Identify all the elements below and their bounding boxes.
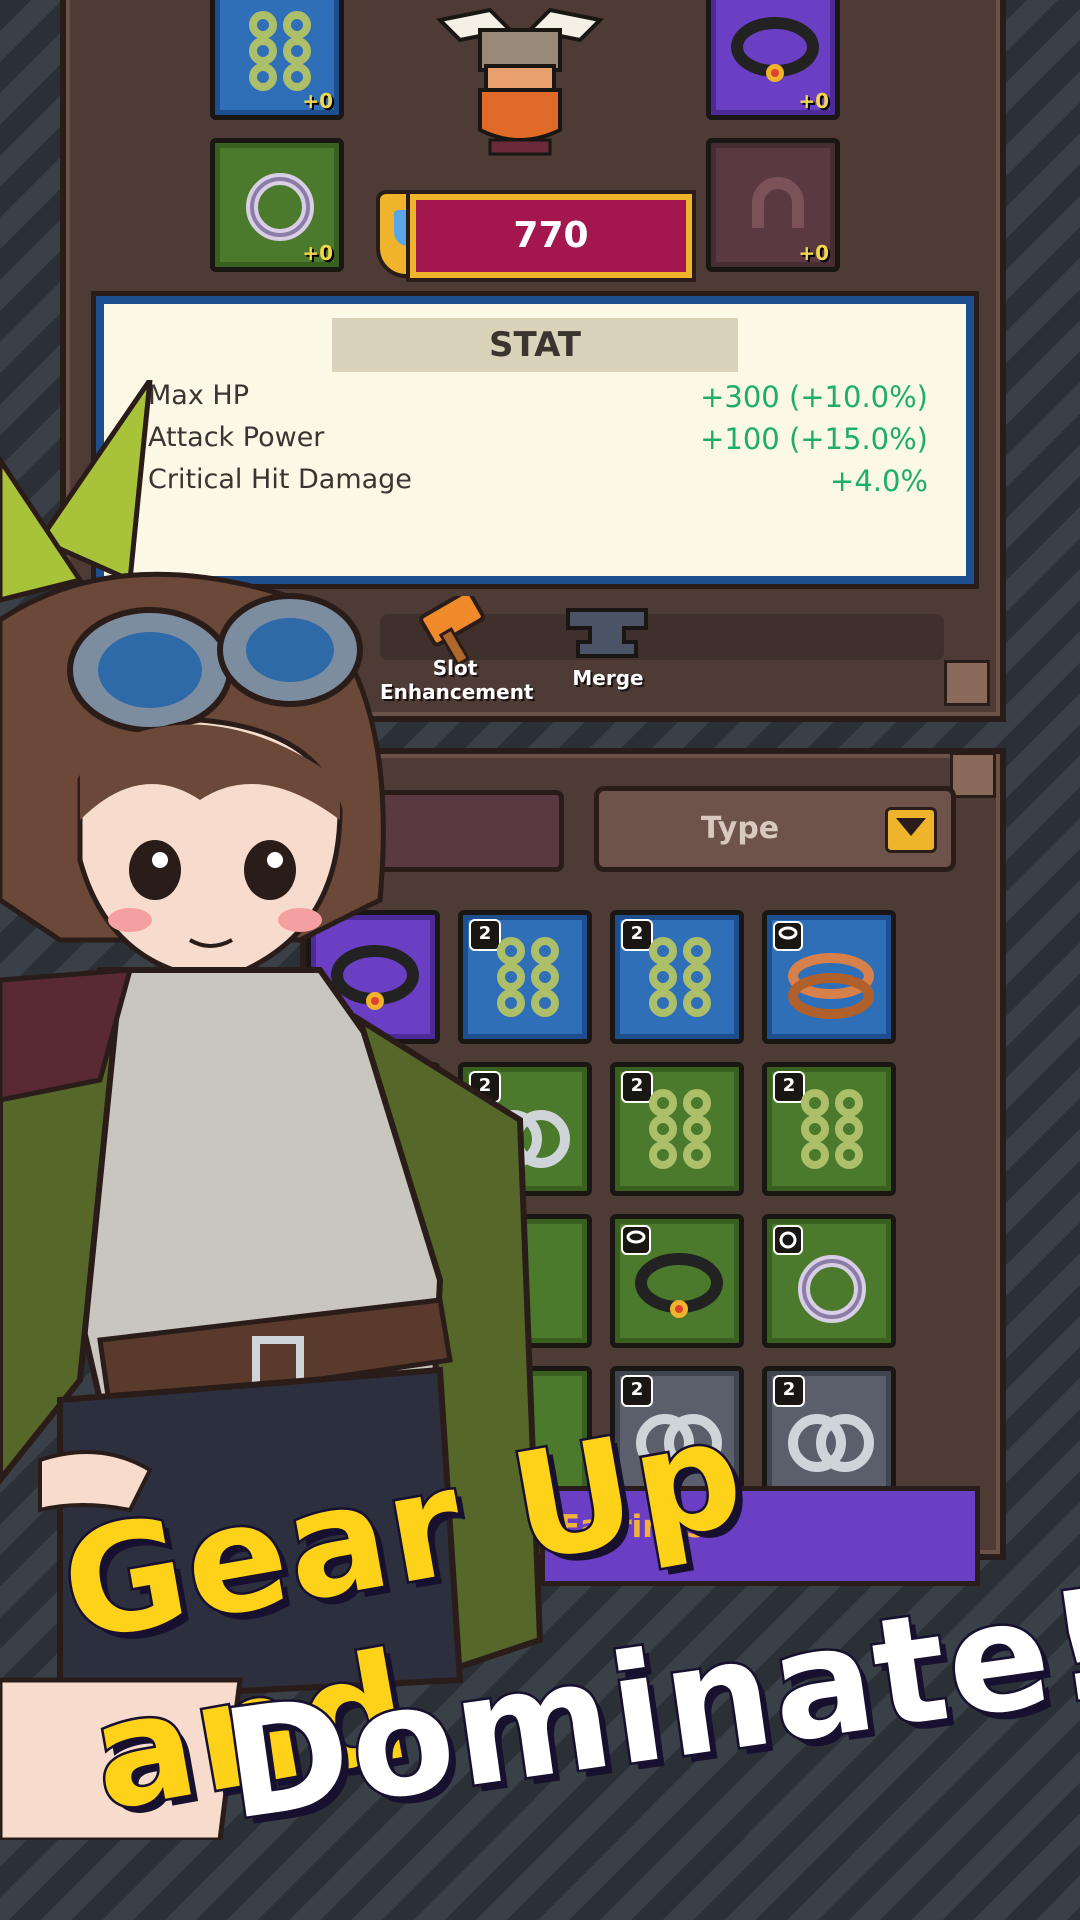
inventory-item-chain-earring[interactable]: 2 [762,1062,896,1196]
type-filter-dropdown[interactable]: Type [594,786,956,872]
inventory-item-chain-earring[interactable]: 2 [610,910,744,1044]
inventory-item-necklace[interactable] [610,1214,744,1348]
stat-title: STAT [332,318,738,372]
ring-icon [798,1255,866,1323]
equipped-slot-ring[interactable]: +0 [210,138,344,272]
empty-ring-placeholder-icon [752,177,804,228]
stat-value: +4.0% [830,464,928,498]
type-filter-label: Type [700,811,780,846]
dwarf-character-icon [435,7,605,156]
panel-corner-ornament [950,752,996,798]
merge-button[interactable]: Merge [548,602,668,702]
equipped-slot-necklace-chain[interactable]: +0 [210,0,344,120]
stat-value: +300 (+10.0%) [700,380,928,414]
chevron-down-icon [885,807,937,853]
equipped-slot-necklace[interactable]: +0 [706,0,840,120]
inventory-item-ring[interactable] [762,1214,896,1348]
slot-level: +0 [798,89,829,113]
equipped-slot-empty[interactable]: +0 [706,138,840,272]
chain-earring-icon [649,937,711,1017]
merge-label: Merge [572,666,644,690]
slot-level: +0 [302,89,333,113]
bracelet-icon [788,953,874,1019]
chain-earring-icon [801,1089,863,1169]
chain-earring-icon [649,1089,711,1169]
ring-icon [246,173,314,241]
necklace-icon [731,17,819,82]
inventory-item-bracelet[interactable] [762,910,896,1044]
panel-corner-ornament [944,660,990,706]
slot-level: +0 [302,241,333,265]
slot-level: +0 [798,241,829,265]
combat-power-value: 770 [410,194,692,278]
anvil-icon [566,608,648,658]
inventory-item-chain-earring[interactable]: 2 [610,1062,744,1196]
necklace-icon [635,1253,723,1318]
stat-value: +100 (+15.0%) [700,422,928,456]
